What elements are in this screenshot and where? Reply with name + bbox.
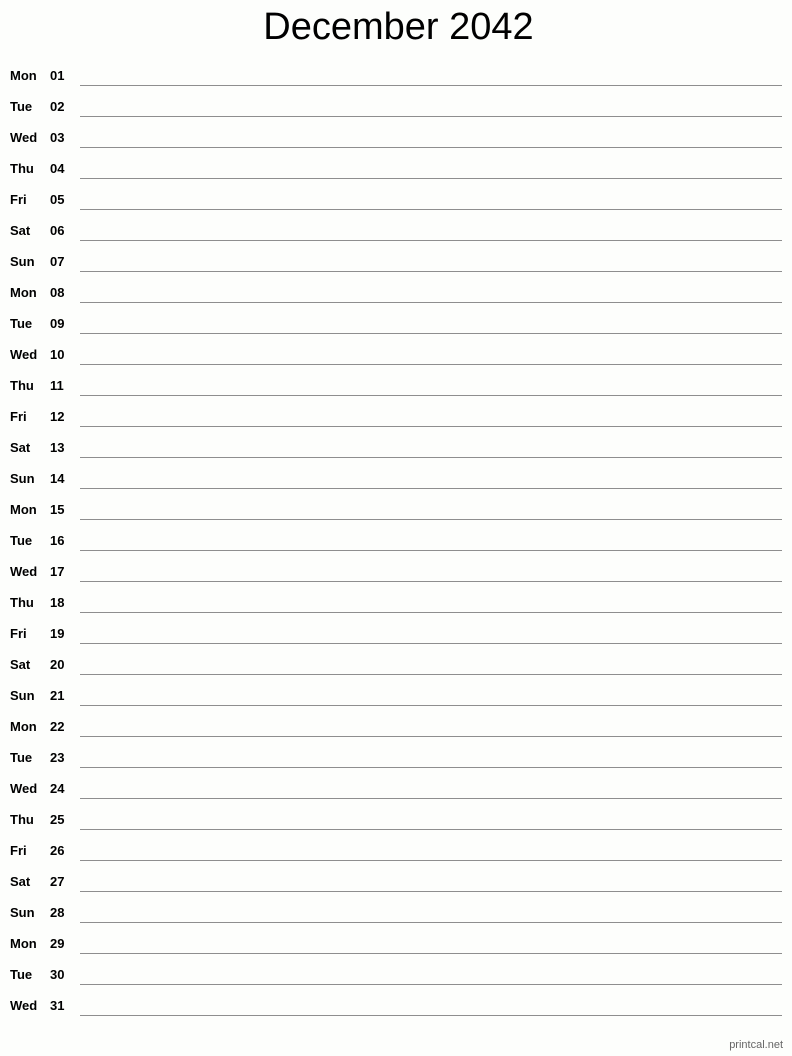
writing-line bbox=[80, 1015, 782, 1016]
day-of-week-label: Fri bbox=[10, 409, 27, 424]
day-number-label: 21 bbox=[50, 688, 65, 703]
day-row: Mon 22 bbox=[0, 706, 792, 737]
day-row: Tue 16 bbox=[0, 520, 792, 551]
day-number-label: 05 bbox=[50, 192, 65, 207]
day-of-week-label: Mon bbox=[10, 502, 37, 517]
day-of-week-label: Wed bbox=[10, 130, 38, 145]
day-number-label: 07 bbox=[50, 254, 65, 269]
page-title: December 2042 bbox=[263, 6, 534, 48]
day-number-label: 03 bbox=[50, 130, 65, 145]
day-number-label: 11 bbox=[50, 378, 64, 393]
day-number-label: 22 bbox=[50, 719, 65, 734]
day-of-week-label: Sat bbox=[10, 874, 31, 889]
day-row: Wed 24 bbox=[0, 768, 792, 799]
day-number-label: 18 bbox=[50, 595, 65, 610]
day-row: Wed 03 bbox=[0, 117, 792, 148]
day-row: Tue 02 bbox=[0, 86, 792, 117]
day-number-label: 31 bbox=[50, 998, 65, 1013]
day-of-week-label: Fri bbox=[10, 626, 27, 641]
day-row: Sun 28 bbox=[0, 892, 792, 923]
day-of-week-label: Mon bbox=[10, 285, 37, 300]
day-number-label: 10 bbox=[50, 347, 65, 362]
day-of-week-label: Wed bbox=[10, 564, 38, 579]
day-row: Thu 04 bbox=[0, 148, 792, 179]
day-number-label: 14 bbox=[50, 471, 65, 486]
day-row: Thu 11 bbox=[0, 365, 792, 396]
day-of-week-label: Mon bbox=[10, 936, 37, 951]
day-of-week-label: Tue bbox=[10, 967, 33, 982]
day-row: Mon 29 bbox=[0, 923, 792, 954]
day-of-week-label: Thu bbox=[10, 378, 34, 393]
day-of-week-label: Fri bbox=[10, 192, 27, 207]
day-of-week-label: Sat bbox=[10, 657, 31, 672]
day-of-week-label: Sat bbox=[10, 223, 31, 238]
day-row: Wed 17 bbox=[0, 551, 792, 582]
day-number-label: 24 bbox=[50, 781, 65, 796]
footer-credit: printcal.net bbox=[729, 1039, 783, 1051]
day-of-week-label: Tue bbox=[10, 99, 33, 114]
day-of-week-label: Sat bbox=[10, 440, 31, 455]
day-of-week-label: Sun bbox=[10, 905, 35, 920]
day-row: Tue 23 bbox=[0, 737, 792, 768]
day-row: Sun 21 bbox=[0, 675, 792, 706]
day-number-label: 29 bbox=[50, 936, 65, 951]
day-row: Sat 27 bbox=[0, 861, 792, 892]
day-of-week-label: Thu bbox=[10, 595, 34, 610]
day-of-week-label: Thu bbox=[10, 812, 34, 827]
day-row: Mon 15 bbox=[0, 489, 792, 520]
day-row: Mon 08 bbox=[0, 272, 792, 303]
day-row: Tue 30 bbox=[0, 954, 792, 985]
day-number-label: 27 bbox=[50, 874, 65, 889]
day-number-label: 02 bbox=[50, 99, 65, 114]
day-row: Sat 13 bbox=[0, 427, 792, 458]
day-of-week-label: Tue bbox=[10, 316, 33, 331]
day-number-label: 06 bbox=[50, 223, 65, 238]
day-of-week-label: Tue bbox=[10, 533, 33, 548]
day-row: Thu 25 bbox=[0, 799, 792, 830]
day-number-label: 15 bbox=[50, 502, 65, 517]
day-number-label: 28 bbox=[50, 905, 65, 920]
day-of-week-label: Wed bbox=[10, 781, 38, 796]
day-of-week-label: Wed bbox=[10, 998, 38, 1013]
day-number-label: 09 bbox=[50, 316, 65, 331]
day-row: Mon 01 bbox=[0, 55, 792, 86]
day-row: Sun 14 bbox=[0, 458, 792, 489]
day-number-label: 04 bbox=[50, 161, 65, 176]
day-of-week-label: Mon bbox=[10, 68, 37, 83]
day-of-week-label: Mon bbox=[10, 719, 37, 734]
day-number-label: 12 bbox=[50, 409, 65, 424]
day-of-week-label: Tue bbox=[10, 750, 33, 765]
day-row: Sat 20 bbox=[0, 644, 792, 675]
day-number-label: 13 bbox=[50, 440, 65, 455]
day-number-label: 08 bbox=[50, 285, 65, 300]
day-number-label: 26 bbox=[50, 843, 65, 858]
day-row: Fri 12 bbox=[0, 396, 792, 427]
day-number-label: 25 bbox=[50, 812, 65, 827]
day-of-week-label: Fri bbox=[10, 843, 27, 858]
day-of-week-label: Wed bbox=[10, 347, 38, 362]
day-number-label: 16 bbox=[50, 533, 65, 548]
day-row: Fri 05 bbox=[0, 179, 792, 210]
day-row: Sat 06 bbox=[0, 210, 792, 241]
day-of-week-label: Thu bbox=[10, 161, 34, 176]
day-row: Tue 09 bbox=[0, 303, 792, 334]
day-number-label: 19 bbox=[50, 626, 65, 641]
day-list: Mon 01 Tue 02 Wed 03 Thu 04 Fri 05 Sat 06 Sun 07 Mon 08… bbox=[0, 55, 792, 1016]
day-of-week-label: Sun bbox=[10, 688, 35, 703]
day-row: Sun 07 bbox=[0, 241, 792, 272]
day-number-label: 23 bbox=[50, 750, 65, 765]
day-row: Fri 19 bbox=[0, 613, 792, 644]
day-row: Wed 31 bbox=[0, 985, 792, 1016]
day-number-label: 30 bbox=[50, 967, 65, 982]
day-of-week-label: Sun bbox=[10, 254, 35, 269]
day-number-label: 17 bbox=[50, 564, 65, 579]
day-row: Thu 18 bbox=[0, 582, 792, 613]
day-number-label: 20 bbox=[50, 657, 65, 672]
day-of-week-label: Sun bbox=[10, 471, 35, 486]
day-number-label: 01 bbox=[50, 68, 65, 83]
day-row: Fri 26 bbox=[0, 830, 792, 861]
day-row: Wed 10 bbox=[0, 334, 792, 365]
